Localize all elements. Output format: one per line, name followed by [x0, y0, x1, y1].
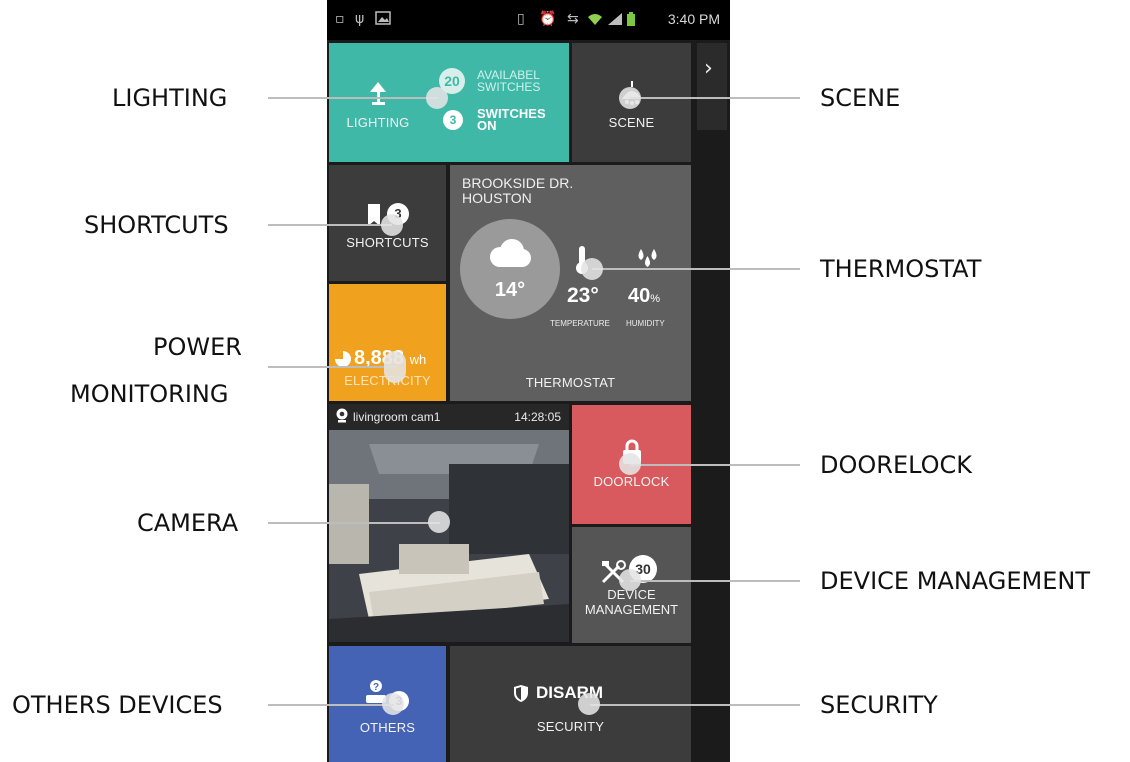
annotation-others: OTHERS DEVICES — [12, 691, 223, 719]
annotation-dot-thermostat — [581, 258, 603, 280]
annotation-line-security — [590, 704, 800, 706]
chevron-right-icon[interactable]: › — [704, 56, 713, 81]
notification-icon: ▫ — [335, 11, 345, 27]
status-bar: ▫ ψ ▯ ⏰ ⇆ 3:40 PM — [327, 0, 730, 40]
annotation-dot-security — [578, 693, 600, 715]
annotation-line-scene — [630, 97, 800, 99]
shield-icon — [513, 684, 529, 708]
weather-circle: 14° — [460, 219, 560, 319]
camera-time: 14:28:05 — [514, 410, 561, 424]
wifi-icon — [587, 12, 603, 29]
webcam-icon — [335, 408, 349, 429]
camera-name: livingroom cam1 — [353, 410, 441, 424]
status-time: 3:40 PM — [667, 11, 720, 27]
lighting-tile[interactable]: LIGHTING 20 AVAILABEL SWITCHES 3 SWITCHE… — [329, 43, 569, 162]
annotation-security: SECURITY — [820, 691, 938, 719]
alarm-icon: ⏰ — [539, 11, 557, 27]
others-label: OTHERS — [359, 720, 416, 735]
battery-icon — [626, 12, 636, 30]
electricity-tile[interactable]: 8,888 wh ELECTRICITY — [329, 284, 446, 401]
annotation-line-doorlock — [630, 464, 800, 466]
sync-icon: ⇆ — [567, 11, 579, 27]
annotation-line-others — [268, 704, 394, 706]
indoor-temperature: 23° — [567, 284, 599, 307]
annotation-power-line2: MONITORING — [70, 380, 229, 408]
bookmark-icon — [367, 203, 381, 232]
annotation-line-thermostat — [592, 268, 800, 270]
available-switches-text: AVAILABEL SWITCHES — [477, 68, 541, 94]
annotation-doorlock: DOORELOCK — [820, 451, 973, 479]
phone-screen: ▫ ψ ▯ ⏰ ⇆ 3:40 PM › LIGHTING 20 AVAILABE… — [327, 0, 730, 762]
annotation-line-shortcuts — [268, 224, 392, 226]
lighting-label: LIGHTING — [346, 115, 410, 130]
annotation-thermostat: THERMOSTAT — [820, 255, 982, 283]
humidity-caption: HUMIDITY — [626, 319, 665, 328]
annotation-dot-camera — [428, 511, 450, 533]
usb-icon: ψ — [355, 11, 365, 27]
annotation-shortcuts: SHORTCUTS — [84, 211, 229, 239]
doorlock-label: DOORLOCK — [593, 474, 670, 489]
annotation-line-lighting — [268, 97, 438, 99]
humidity-value: 40% — [628, 285, 661, 307]
annotation-line-device-management — [630, 580, 800, 582]
annotation-scene: SCENE — [820, 84, 901, 112]
thermostat-address: BROOKSIDE DR. HOUSTON — [462, 175, 574, 206]
device-management-label: DEVICE MANAGEMENT — [584, 587, 679, 617]
scene-label: SCENE — [608, 115, 655, 130]
pie-chart-icon — [334, 350, 352, 373]
security-label: SECURITY — [536, 719, 605, 734]
svg-text:?: ? — [373, 682, 379, 693]
temperature-caption: TEMPERATURE — [550, 319, 610, 328]
vibrate-icon: ▯ — [517, 11, 525, 27]
annotation-line-power — [268, 366, 396, 368]
gallery-icon — [375, 10, 391, 29]
switches-on-badge: 3 — [443, 110, 463, 130]
annotation-lighting: LIGHTING — [112, 84, 228, 112]
signal-icon — [607, 12, 623, 29]
annotation-dot-others — [382, 693, 404, 715]
annotation-dot-doorlock — [619, 453, 641, 475]
outdoor-temperature: 14° — [494, 279, 526, 301]
cloud-icon — [486, 239, 532, 274]
annotation-camera: CAMERA — [137, 509, 239, 537]
annotation-dot-device-management — [619, 569, 641, 591]
annotation-dot-shortcuts — [381, 214, 403, 236]
switches-on-text: SWITCHES ON — [477, 106, 546, 133]
annotation-dot-lighting — [426, 87, 448, 109]
annotation-power-line1: POWER — [153, 333, 242, 361]
shortcuts-label: SHORTCUTS — [346, 235, 429, 250]
annotation-dot-scene — [619, 87, 641, 109]
thermostat-tile[interactable]: BROOKSIDE DR. HOUSTON 14° 23° 40% TEMPER… — [450, 165, 691, 401]
annotation-dot-power — [384, 351, 406, 383]
thermostat-label: THERMOSTAT — [525, 375, 616, 390]
annotation-line-camera — [268, 522, 440, 524]
annotation-device-management: DEVICE MANAGEMENT — [820, 567, 1091, 595]
